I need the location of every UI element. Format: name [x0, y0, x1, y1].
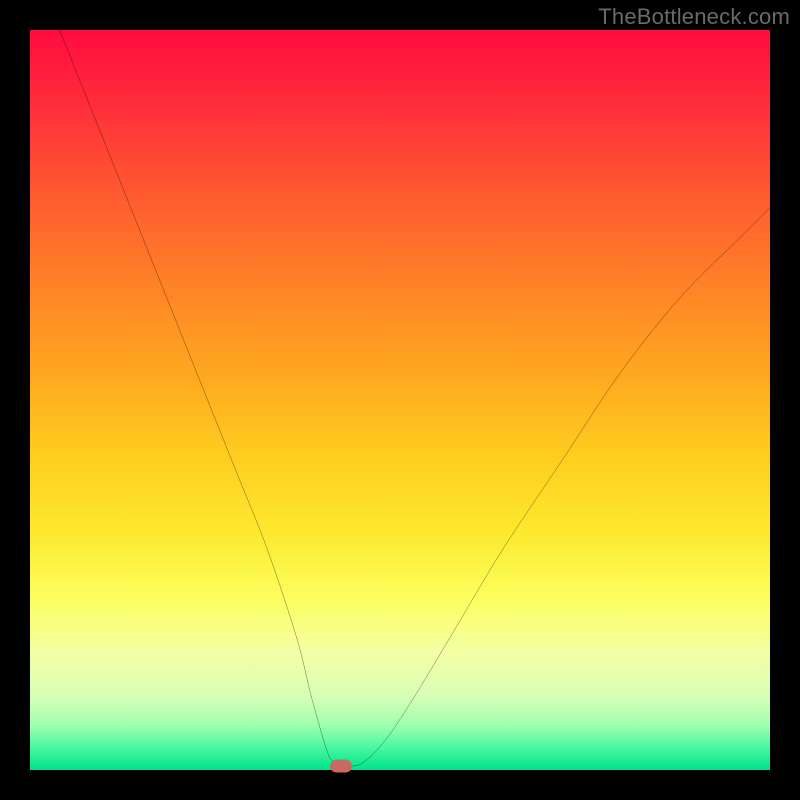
chart-frame: TheBottleneck.com	[0, 0, 800, 800]
bottleneck-curve	[30, 30, 770, 770]
plot-area	[30, 30, 770, 770]
curve-path	[60, 30, 770, 767]
watermark-text: TheBottleneck.com	[598, 4, 790, 30]
optimum-marker	[330, 760, 352, 773]
